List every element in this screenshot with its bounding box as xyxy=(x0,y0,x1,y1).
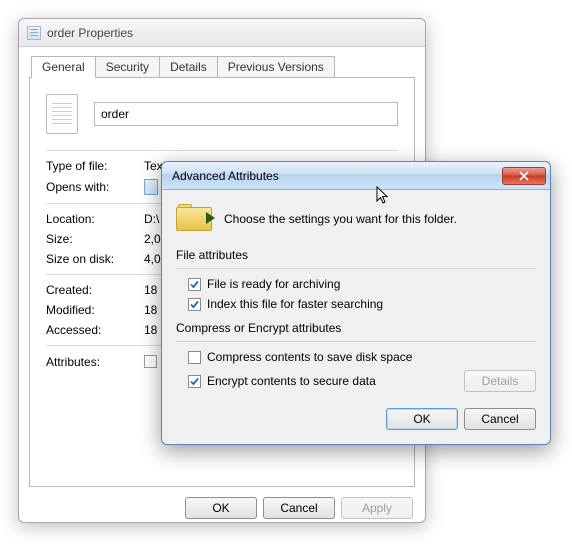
encrypt-label: Encrypt contents to secure data xyxy=(207,374,376,388)
index-label: Index this file for faster searching xyxy=(207,297,383,311)
compress-checkbox[interactable] xyxy=(188,351,201,364)
file-attributes-header: File attributes xyxy=(176,248,536,262)
compress-encrypt-header: Compress or Encrypt attributes xyxy=(176,321,536,335)
advanced-cancel-button[interactable]: Cancel xyxy=(464,408,536,430)
size-label: Size: xyxy=(46,232,144,246)
archive-label: File is ready for archiving xyxy=(207,277,340,291)
properties-apply-button[interactable]: Apply xyxy=(341,497,413,519)
properties-title: order Properties xyxy=(47,26,133,40)
properties-ok-button[interactable]: OK xyxy=(185,497,257,519)
index-checkbox[interactable] xyxy=(188,298,201,311)
advanced-ok-button[interactable]: OK xyxy=(386,408,458,430)
close-icon xyxy=(519,171,529,181)
details-button[interactable]: Details xyxy=(464,370,536,392)
properties-button-row: OK Cancel Apply xyxy=(19,487,425,529)
tab-strip: General Security Details Previous Versio… xyxy=(29,56,415,78)
document-icon xyxy=(27,26,41,40)
opens-with-label: Opens with: xyxy=(46,180,144,194)
encrypt-checkbox[interactable] xyxy=(188,375,201,388)
sizeondisk-label: Size on disk: xyxy=(46,252,144,266)
folder-settings-icon xyxy=(176,204,212,234)
archive-checkbox[interactable] xyxy=(188,278,201,291)
modified-label: Modified: xyxy=(46,303,144,317)
tab-previous-versions[interactable]: Previous Versions xyxy=(217,56,335,78)
location-label: Location: xyxy=(46,212,144,226)
readonly-checkbox[interactable] xyxy=(144,355,157,368)
advanced-intro-text: Choose the settings you want for this fo… xyxy=(224,212,457,226)
filename-input[interactable] xyxy=(94,102,398,126)
properties-cancel-button[interactable]: Cancel xyxy=(263,497,335,519)
notepad-icon xyxy=(144,179,158,195)
close-button[interactable] xyxy=(502,167,546,185)
compress-label: Compress contents to save disk space xyxy=(207,350,412,364)
tab-details[interactable]: Details xyxy=(159,56,218,78)
tab-general[interactable]: General xyxy=(31,56,96,78)
advanced-title: Advanced Attributes xyxy=(172,169,279,183)
tab-security[interactable]: Security xyxy=(95,56,160,78)
created-label: Created: xyxy=(46,283,144,297)
accessed-label: Accessed: xyxy=(46,323,144,337)
attributes-label: Attributes: xyxy=(46,355,144,369)
properties-titlebar[interactable]: order Properties xyxy=(19,19,425,47)
advanced-attributes-dialog: Advanced Attributes Choose the settings … xyxy=(161,161,551,445)
type-of-file-label: Type of file: xyxy=(46,159,144,173)
advanced-titlebar[interactable]: Advanced Attributes xyxy=(162,162,550,190)
file-type-icon xyxy=(46,94,78,134)
